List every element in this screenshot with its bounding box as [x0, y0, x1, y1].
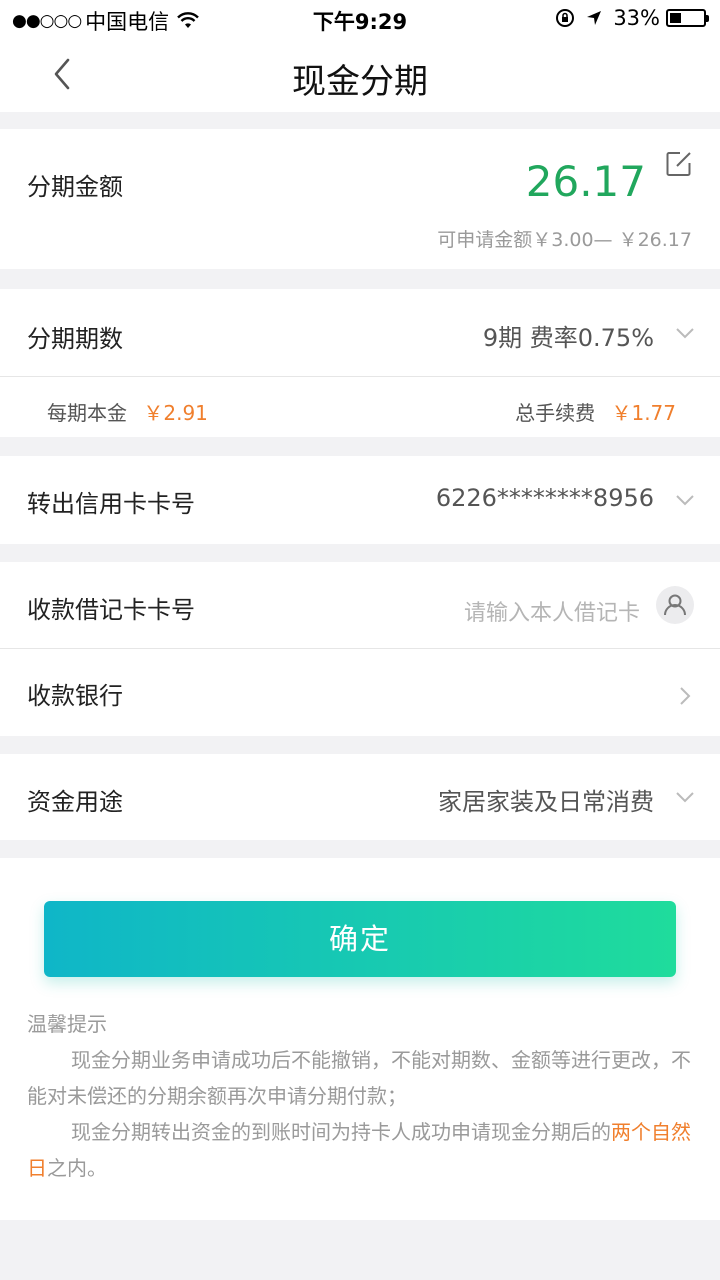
fee-label: 总手续费 [515, 401, 596, 425]
bank-label: 收款银行 [27, 682, 123, 710]
amount-range: 可申请金额￥3.00— ￥26.17 [437, 229, 692, 251]
battery-percent: 33% [613, 6, 660, 30]
credit-card-row[interactable]: 转出信用卡卡号 6226********8956 [0, 456, 720, 544]
divider [0, 648, 720, 649]
bottom-spacer [0, 1220, 720, 1280]
principal-label: 每期本金 [47, 401, 127, 425]
tips-line-2-prefix: 现金分期转出资金的到账时间为持卡人成功申请现金分期后的 [71, 1120, 611, 1144]
receiving-card: 收款借记卡卡号 请输入本人借记卡 收款银行 [0, 562, 720, 736]
fee-value: ￥1.77 [611, 401, 676, 425]
page-title: 现金分期 [292, 62, 428, 102]
tips-line-1: 现金分期业务申请成功后不能撤销，不能对期数、金额等进行更改，不能对未偿还的分期余… [27, 1048, 691, 1108]
confirm-button[interactable]: 确定 [44, 901, 676, 977]
tips-line-2-suffix: 之内。 [47, 1156, 107, 1180]
chevron-down-icon[interactable] [674, 786, 696, 808]
chevron-down-icon[interactable] [674, 489, 696, 511]
purpose-row[interactable]: 资金用途 家居家装及日常消费 [0, 754, 720, 840]
status-bar: ●●○○○ 中国电信 下午9:29 33% [0, 0, 720, 36]
fee-row: 总手续费 ￥1.77 [515, 397, 676, 426]
installments-value[interactable]: 9期 费率0.75% [483, 318, 654, 353]
installments-card: 分期期数 9期 费率0.75% 每期本金 ￥2.91 总手续费 ￥1.77 [0, 289, 720, 437]
credit-card-value: 6226********8956 [435, 484, 654, 512]
amount-value[interactable]: 26.17 [526, 157, 646, 206]
amount-label: 分期金额 [27, 173, 123, 201]
status-right: 33% [555, 6, 709, 30]
debit-card-label: 收款借记卡卡号 [27, 596, 195, 624]
installments-label: 分期期数 [27, 325, 123, 353]
chevron-right-icon[interactable] [674, 685, 696, 707]
contact-person-icon[interactable] [656, 586, 694, 624]
purpose-value: 家居家装及日常消费 [438, 788, 654, 816]
debit-card-input[interactable]: 请输入本人借记卡 [464, 595, 640, 627]
location-arrow-icon [587, 11, 602, 25]
edit-icon[interactable] [666, 151, 692, 177]
amount-card: 分期金额 26.17 可申请金额￥3.00— ￥26.17 [0, 129, 720, 269]
purpose-label: 资金用途 [27, 788, 123, 816]
tips-title: 温馨提示 [27, 1012, 107, 1036]
rotation-lock-icon [556, 9, 575, 27]
principal-row: 每期本金 ￥2.91 [47, 397, 208, 426]
battery-icon [666, 9, 709, 27]
credit-card-label: 转出信用卡卡号 [27, 490, 195, 518]
tips-line-2: 现金分期转出资金的到账时间为持卡人成功申请现金分期后的两个自然日之内。 [27, 1114, 693, 1186]
divider [0, 376, 720, 377]
principal-value: ￥2.91 [143, 401, 208, 425]
chevron-down-icon[interactable] [674, 322, 696, 344]
battery-fill [670, 13, 681, 23]
tips-section: 温馨提示 现金分期业务申请成功后不能撤销，不能对期数、金额等进行更改，不能对未偿… [27, 1006, 693, 1186]
nav-bar: 现金分期 [0, 36, 720, 112]
